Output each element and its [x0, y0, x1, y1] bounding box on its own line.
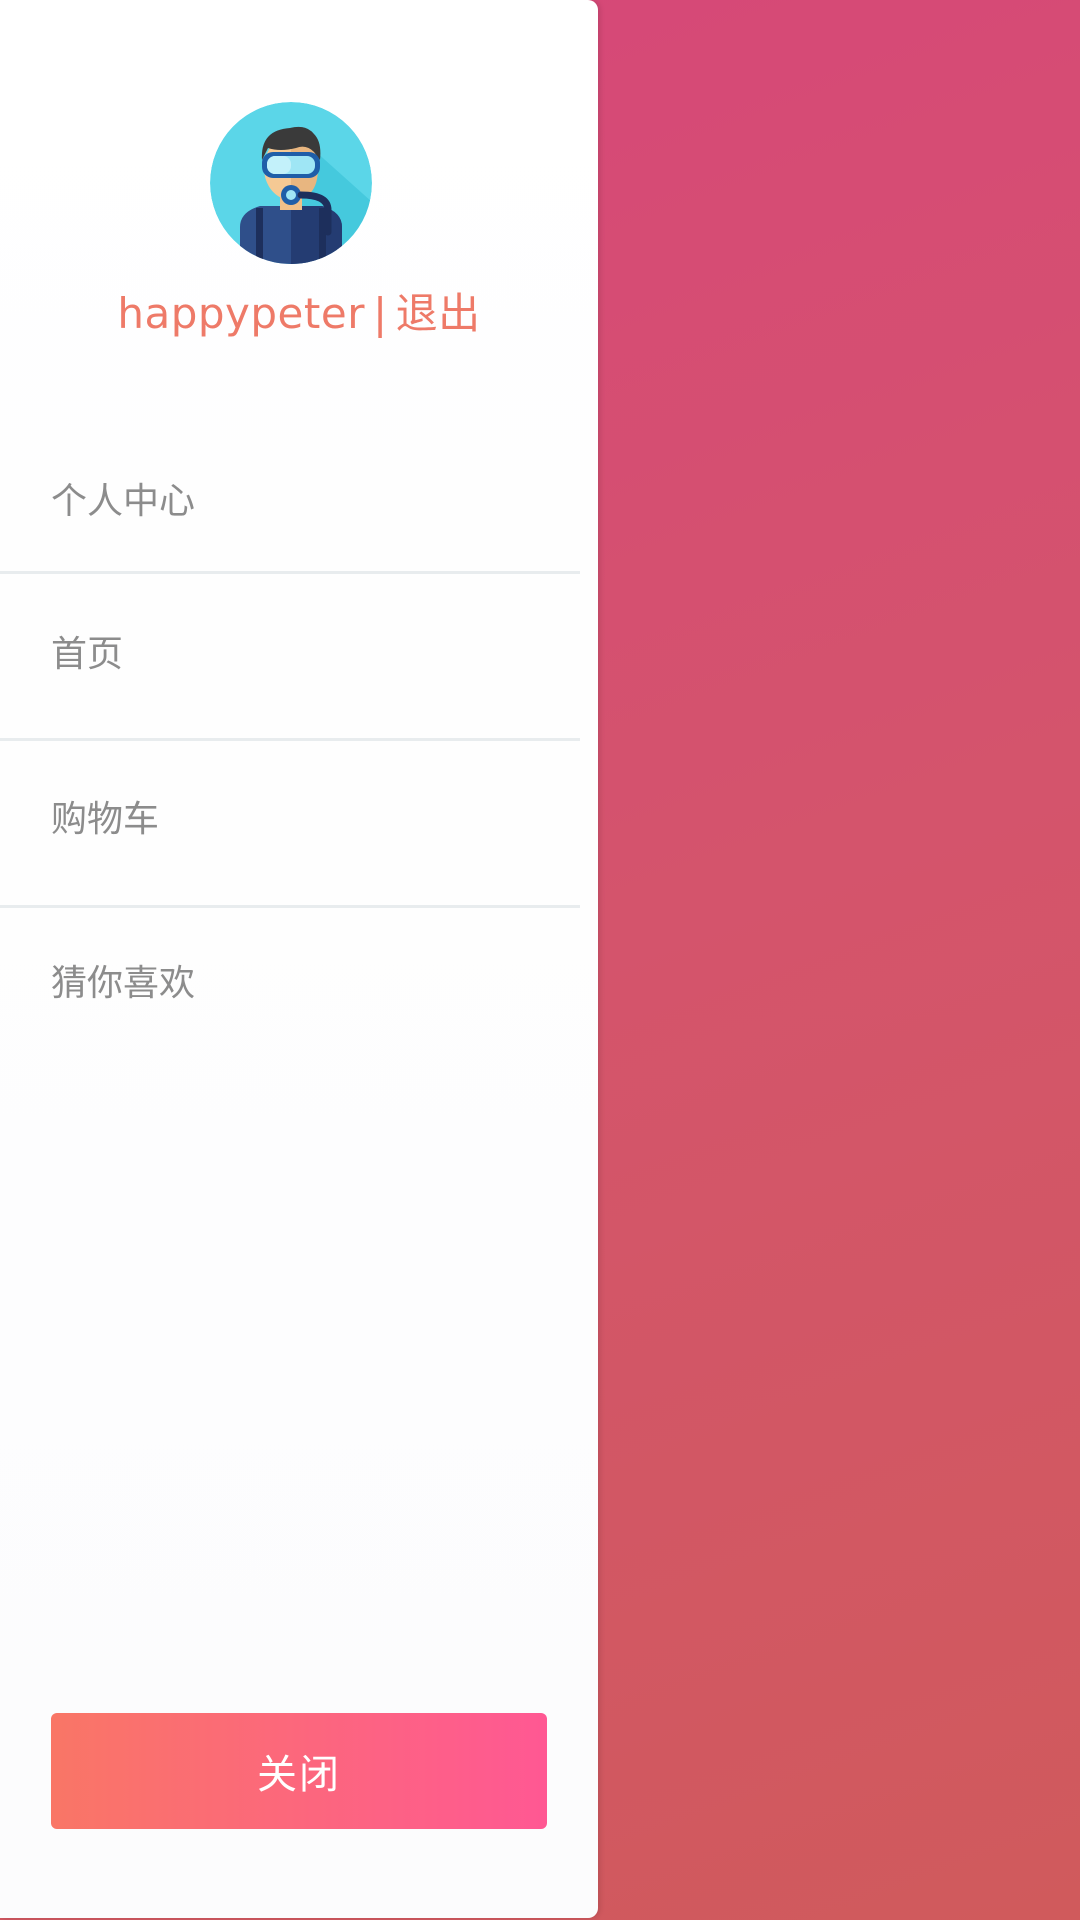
menu-item-profile[interactable]: 个人中心 [0, 420, 580, 574]
menu-item-cart[interactable]: 购物车 [0, 741, 580, 908]
menu-item-label: 猜你喜欢 [51, 963, 196, 1004]
drawer-menu: 个人中心 首页 购物车 猜你喜欢 [0, 420, 580, 1068]
close-button[interactable]: 关闭 [51, 1713, 547, 1829]
username: happypeter [117, 289, 365, 338]
menu-item-label: 个人中心 [51, 481, 196, 522]
scuba-diver-avatar-icon [210, 102, 372, 264]
side-drawer: happypeter | 退出 个人中心 首页 购物车 猜你喜欢 关闭 [0, 0, 598, 1918]
user-line: happypeter | 退出 [0, 286, 598, 342]
menu-item-label: 购物车 [51, 799, 160, 840]
user-separator: | [372, 289, 388, 338]
logout-link[interactable]: 退出 [396, 289, 481, 338]
menu-item-label: 首页 [51, 634, 124, 675]
avatar[interactable] [210, 102, 372, 264]
backdrop-overlay[interactable] [598, 0, 1080, 1920]
menu-item-home[interactable]: 首页 [0, 574, 580, 741]
menu-item-recommendations[interactable]: 猜你喜欢 [0, 908, 580, 1068]
app-screen: happypeter | 退出 个人中心 首页 购物车 猜你喜欢 关闭 [0, 0, 1080, 1920]
